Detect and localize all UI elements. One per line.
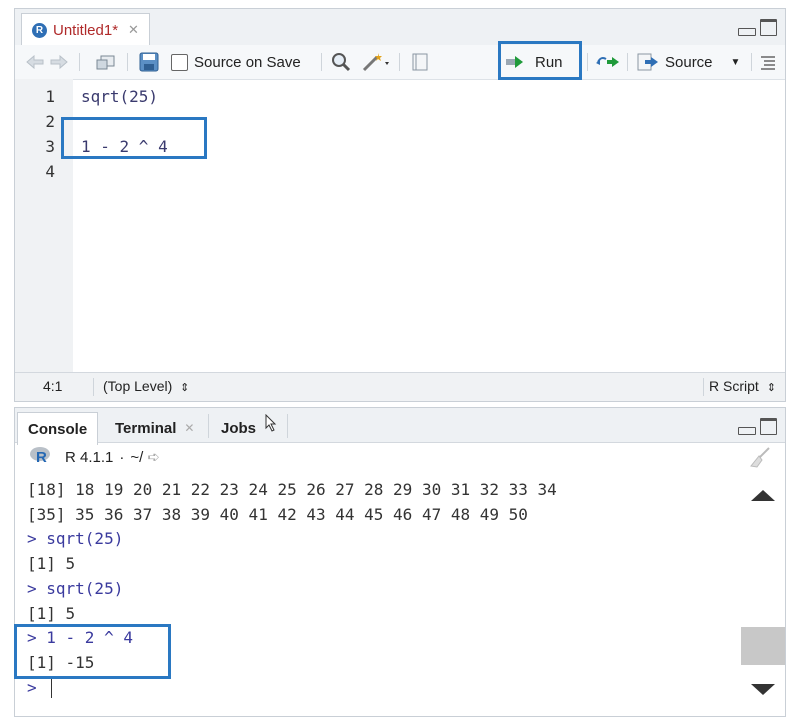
source-on-save-checkbox[interactable]: Source on Save — [171, 51, 301, 73]
line-number: 2 — [45, 112, 55, 131]
source-doc-icon — [637, 53, 658, 71]
cursor-position: 4:1 — [43, 378, 63, 394]
run-button[interactable]: Run — [505, 51, 563, 73]
console-pane: Console Terminal ✕ Jobs R R 4.1.1 · ~/ ➪ — [14, 407, 786, 717]
checkbox-box[interactable] — [171, 53, 188, 71]
line-number-gutter: 1 2 3 4 — [15, 79, 73, 373]
console-output[interactable]: [18] 18 19 20 21 22 23 24 25 26 27 28 29… — [15, 472, 741, 716]
forward-icon[interactable] — [49, 51, 69, 73]
editor-toolbar: Source on Save Run Source ▼ — [15, 45, 785, 80]
tab-jobs[interactable]: Jobs — [211, 412, 266, 444]
clear-console-broom-icon[interactable] — [747, 446, 771, 472]
rerun-icon[interactable] — [595, 51, 621, 73]
maximize-icon[interactable] — [760, 418, 777, 435]
code-area[interactable]: sqrt(25) 1 - 2 ^ 4 — [73, 79, 785, 373]
minimize-icon[interactable] — [738, 28, 756, 36]
updown-icon: ⇕ — [766, 382, 776, 394]
line-number: 3 — [45, 137, 55, 156]
scroll-up-icon[interactable] — [751, 490, 775, 501]
r-version: R 4.1.1 — [65, 448, 114, 466]
console-line: [35] 35 36 37 38 39 40 41 42 43 44 45 46… — [27, 505, 528, 524]
toolbar-divider — [399, 53, 400, 71]
console-line: > sqrt(25) — [27, 529, 124, 548]
console-tabbar: Console Terminal ✕ Jobs — [15, 408, 785, 445]
close-tab-icon[interactable]: ✕ — [184, 421, 194, 435]
console-prompt[interactable]: > — [27, 678, 37, 697]
console-line: [1] 5 — [27, 604, 76, 623]
save-icon[interactable] — [139, 51, 159, 73]
code-line[interactable]: sqrt(25) — [81, 87, 158, 106]
source-button[interactable]: Source ▼ — [637, 51, 740, 73]
scroll-down-icon[interactable] — [751, 684, 775, 695]
minimize-icon[interactable] — [738, 427, 756, 435]
show-in-window-icon[interactable] — [95, 51, 117, 73]
code-tools-wand-icon[interactable] — [361, 51, 391, 73]
editor-statusbar: 4:1 (Top Level) ⇕ R Script ⇕ — [15, 372, 785, 401]
toolbar-divider — [127, 53, 128, 71]
scope-selector[interactable]: (Top Level) ⇕ — [103, 378, 189, 394]
console-info-bar: R R 4.1.1 · ~/ ➪ — [15, 442, 785, 472]
tab-terminal[interactable]: Terminal ✕ — [105, 412, 204, 444]
close-tab-icon[interactable]: ✕ — [128, 22, 139, 38]
tab-console-label: Console — [28, 420, 88, 438]
scope-label: (Top Level) — [103, 378, 173, 394]
r-file-icon: R — [32, 22, 47, 38]
code-line[interactable]: 1 - 2 ^ 4 — [81, 137, 168, 156]
source-dropdown-icon[interactable]: ▼ — [731, 57, 741, 68]
document-outline-icon[interactable] — [759, 51, 777, 73]
toolbar-divider — [627, 53, 628, 71]
console-line: > sqrt(25) — [27, 579, 124, 598]
statusbar-divider — [703, 378, 704, 396]
file-type-label: R Script — [709, 378, 759, 394]
toolbar-divider — [587, 53, 588, 71]
maximize-icon[interactable] — [760, 19, 777, 36]
tab-title: Untitled1* — [53, 21, 119, 39]
tab-untitled1[interactable]: R Untitled1* ✕ — [21, 13, 150, 46]
console-line: > 1 - 2 ^ 4 — [27, 628, 133, 647]
updown-icon: ⇕ — [180, 382, 190, 394]
editor-window-controls — [738, 19, 777, 36]
working-directory[interactable]: ~/ — [130, 449, 143, 466]
console-line: [18] 18 19 20 21 22 23 24 25 26 27 28 29… — [27, 480, 557, 499]
back-icon[interactable] — [25, 51, 45, 73]
goto-directory-icon[interactable]: ➪ — [147, 448, 160, 466]
r-logo-icon: R — [29, 446, 51, 468]
toolbar-divider — [79, 53, 80, 71]
console-line: [1] -15 — [27, 653, 95, 672]
toolbar-divider — [321, 53, 322, 71]
search-icon[interactable] — [331, 51, 351, 73]
compile-report-icon[interactable] — [411, 51, 429, 73]
tab-jobs-label: Jobs — [221, 419, 257, 437]
source-on-save-label: Source on Save — [194, 53, 301, 71]
tab-divider — [287, 414, 288, 438]
file-type-selector[interactable]: R Script ⇕ — [709, 378, 776, 394]
console-scrollbar[interactable] — [741, 472, 785, 716]
line-number: 1 — [45, 87, 55, 106]
tab-divider — [208, 414, 209, 438]
tab-console[interactable]: Console — [17, 412, 99, 445]
toolbar-divider — [751, 53, 752, 71]
source-label: Source — [665, 53, 713, 71]
editor-tabbar: R Untitled1* ✕ — [15, 9, 785, 46]
console-window-controls — [738, 418, 777, 435]
tab-terminal-label: Terminal — [115, 419, 177, 437]
scrollbar-thumb[interactable] — [741, 627, 785, 665]
run-arrow-icon — [506, 56, 523, 68]
run-label: Run — [535, 53, 563, 71]
text-cursor — [51, 678, 52, 698]
console-line: [1] 5 — [27, 554, 76, 573]
source-editor-pane: R Untitled1* ✕ Source on Save Run Source… — [14, 8, 786, 402]
line-number: 4 — [45, 162, 55, 181]
svg-text:R: R — [36, 449, 47, 464]
statusbar-divider — [93, 378, 94, 396]
mouse-pointer-icon — [265, 413, 277, 436]
path-separator: · — [119, 448, 125, 466]
